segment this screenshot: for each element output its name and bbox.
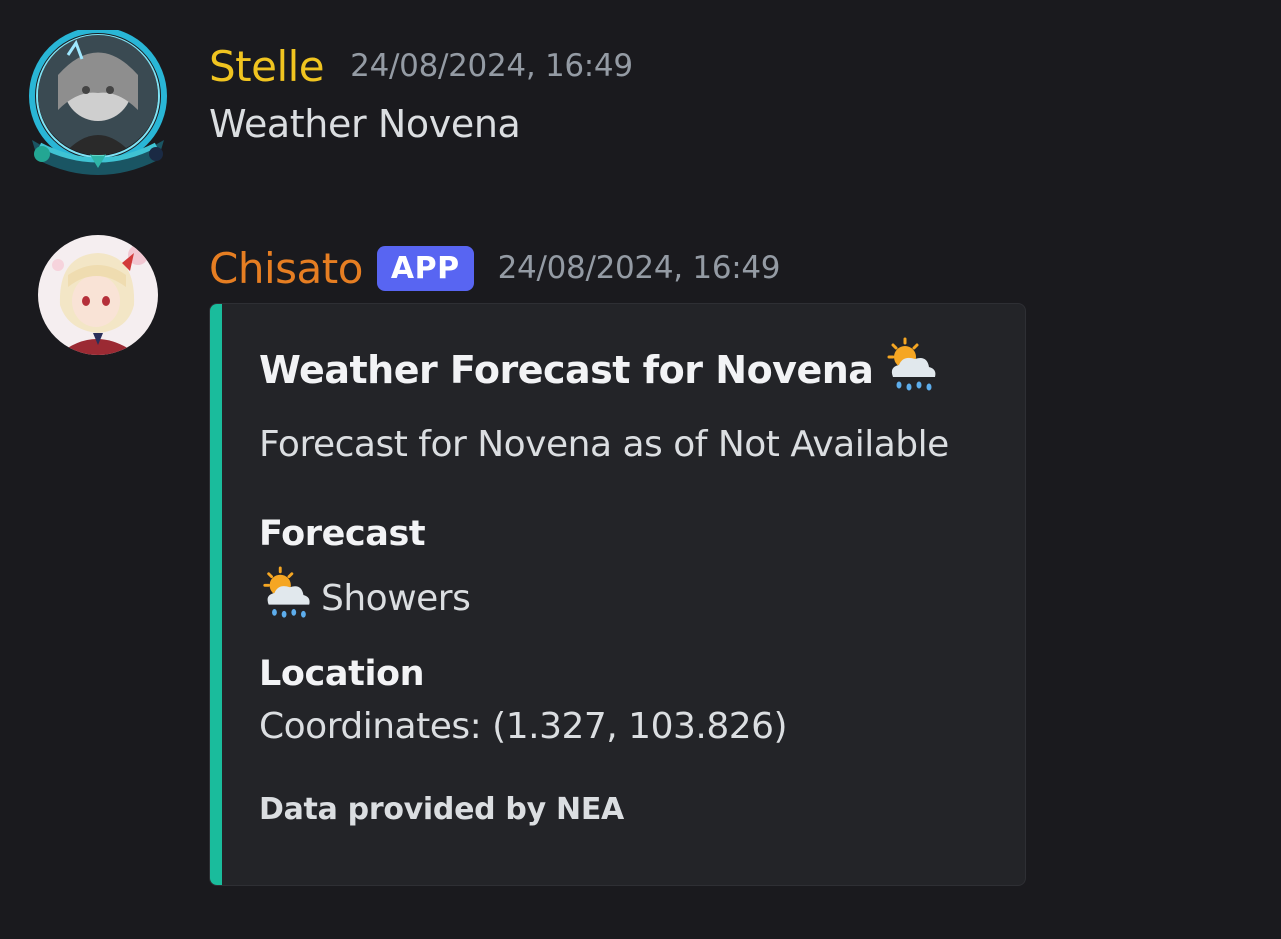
avatar-stelle[interactable] bbox=[26, 30, 171, 175]
field-value: Showers bbox=[259, 566, 471, 631]
embed-description: Forecast for Novena as of Not Available bbox=[259, 424, 949, 465]
embed-title: Weather Forecast for Novena bbox=[259, 337, 1005, 398]
weather-embed: Weather Forecast for Novena Forecast for… bbox=[209, 303, 1026, 886]
field-name: Forecast bbox=[259, 514, 426, 554]
app-badge: APP bbox=[376, 245, 474, 291]
sun-behind-rain-cloud-icon bbox=[883, 337, 941, 404]
user-avatar-icon bbox=[38, 35, 158, 155]
message-header: Stelle 24/08/2024, 16:49 bbox=[209, 38, 633, 94]
embed-field-forecast: Forecast Showers bbox=[259, 514, 471, 631]
field-value-text: Coordinates: (1.327, 103.826) bbox=[259, 706, 788, 747]
username[interactable]: Stelle bbox=[209, 42, 325, 91]
username[interactable]: Chisato bbox=[209, 244, 363, 293]
field-name: Location bbox=[259, 654, 425, 694]
embed-accent-bar bbox=[210, 304, 222, 885]
timestamp: 24/08/2024, 16:49 bbox=[350, 48, 633, 84]
avatar-chisato[interactable] bbox=[26, 232, 171, 377]
embed-footer: Data provided by NEA bbox=[259, 792, 624, 827]
embed-title-text: Weather Forecast for Novena bbox=[259, 348, 874, 392]
timestamp: 24/08/2024, 16:49 bbox=[497, 250, 781, 286]
message-content: Weather Novena bbox=[209, 102, 521, 146]
field-value-text: Showers bbox=[321, 578, 471, 619]
sun-behind-rain-cloud-icon bbox=[259, 566, 315, 631]
embed-field-location: Location Coordinates: (1.327, 103.826) bbox=[259, 654, 788, 747]
message-header: Chisato APP 24/08/2024, 16:49 bbox=[209, 240, 781, 296]
bot-avatar-icon bbox=[38, 235, 158, 355]
